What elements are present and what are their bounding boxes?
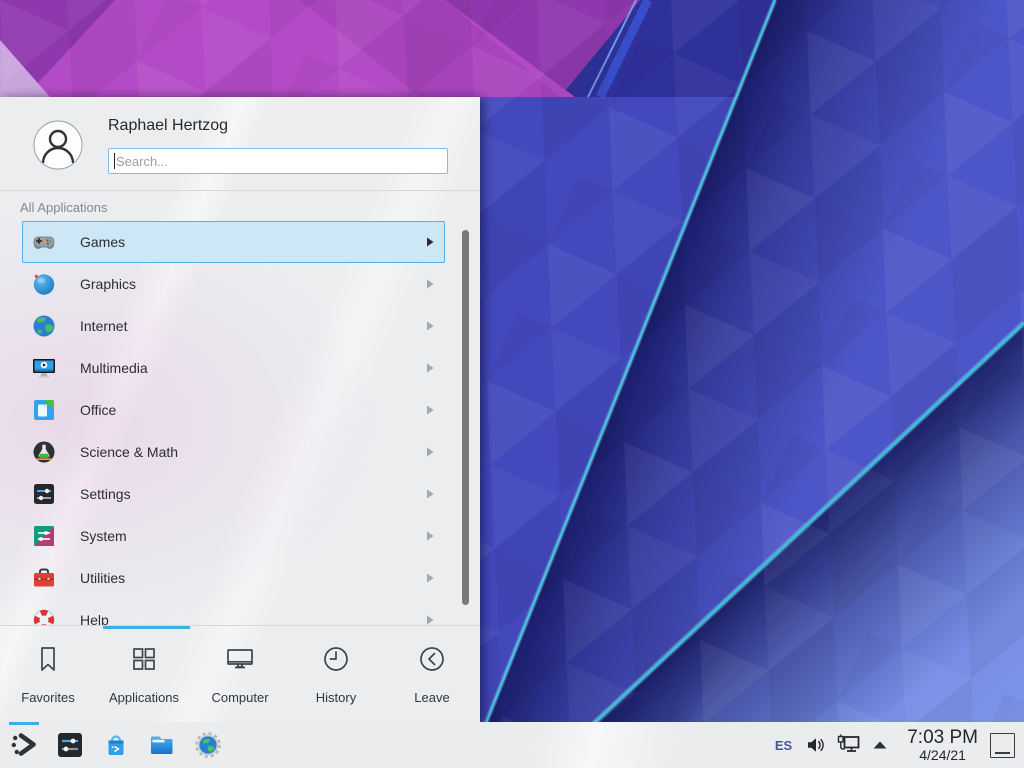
- document-icon: [31, 397, 57, 423]
- desktop: Raphael Hertzog All Applications: [0, 0, 1024, 768]
- tab-label: Applications: [109, 690, 179, 705]
- clock-time: 7:03 PM: [907, 728, 978, 748]
- leave-icon: [416, 643, 448, 680]
- keyboard-layout-indicator[interactable]: ES: [775, 738, 792, 753]
- text-cursor: [114, 153, 115, 169]
- submenu-arrow-icon: [426, 237, 434, 247]
- volume-icon[interactable]: [805, 735, 825, 755]
- flask-icon: [31, 439, 57, 465]
- application-launcher-menu: Raphael Hertzog All Applications: [0, 97, 480, 722]
- tab-applications[interactable]: Applications: [96, 626, 192, 722]
- category-item-science-math[interactable]: Science & Math: [22, 431, 445, 473]
- submenu-arrow-icon: [426, 279, 434, 289]
- category-label: Science & Math: [80, 444, 178, 460]
- tab-favorites[interactable]: Favorites: [0, 626, 96, 722]
- category-item-multimedia[interactable]: Multimedia: [22, 347, 445, 389]
- category-label: Internet: [80, 318, 127, 334]
- system-sliders-icon: [31, 523, 57, 549]
- category-item-utilities[interactable]: Utilities: [22, 557, 445, 599]
- web-browser-icon[interactable]: [194, 731, 222, 759]
- category-item-graphics[interactable]: Graphics: [22, 263, 445, 305]
- search-input[interactable]: [108, 148, 448, 174]
- tab-computer[interactable]: Computer: [192, 626, 288, 722]
- submenu-arrow-icon: [426, 405, 434, 415]
- category-label: Games: [80, 234, 125, 250]
- category-label: Help: [80, 612, 109, 625]
- launcher-tabbar: Favorites Applications: [0, 626, 480, 722]
- category-label: Settings: [80, 486, 131, 502]
- category-label: System: [80, 528, 127, 544]
- submenu-arrow-icon: [426, 321, 434, 331]
- category-label: Office: [80, 402, 116, 418]
- category-item-internet[interactable]: Internet: [22, 305, 445, 347]
- category-label: Multimedia: [80, 360, 148, 376]
- globe-icon: [31, 313, 57, 339]
- category-item-office[interactable]: Office: [22, 389, 445, 431]
- history-clock-icon: [320, 643, 352, 680]
- tab-history[interactable]: History: [288, 626, 384, 722]
- category-label: Graphics: [80, 276, 136, 292]
- toolbox-icon: [31, 565, 57, 591]
- section-label: All Applications: [20, 200, 107, 215]
- file-manager-icon[interactable]: [148, 731, 176, 759]
- paint-sphere-icon: [31, 271, 57, 297]
- category-item-help[interactable]: Help: [22, 599, 445, 625]
- discover-icon[interactable]: [102, 731, 130, 759]
- media-screen-icon: [31, 355, 57, 381]
- user-avatar[interactable]: [33, 120, 83, 170]
- submenu-arrow-icon: [426, 573, 434, 583]
- category-item-system[interactable]: System: [22, 515, 445, 557]
- bookmark-icon: [32, 643, 64, 680]
- tab-label: Leave: [414, 690, 449, 705]
- user-name: Raphael Hertzog: [108, 117, 228, 135]
- category-label: Utilities: [80, 570, 125, 586]
- tab-label: History: [316, 690, 356, 705]
- system-settings-icon[interactable]: [56, 731, 84, 759]
- sliders-icon: [31, 481, 57, 507]
- tab-label: Favorites: [21, 690, 74, 705]
- submenu-arrow-icon: [426, 363, 434, 373]
- category-list: Games Graphics: [0, 221, 480, 625]
- clock-date: 4/24/21: [907, 748, 978, 763]
- application-launcher-button[interactable]: [10, 731, 38, 759]
- expand-arrow-icon[interactable]: [872, 740, 888, 750]
- scrollbar[interactable]: [462, 230, 469, 605]
- lifebuoy-icon: [31, 607, 57, 625]
- computer-icon: [224, 643, 256, 680]
- submenu-arrow-icon: [426, 489, 434, 499]
- tab-label: Computer: [211, 690, 268, 705]
- submenu-arrow-icon: [426, 531, 434, 541]
- category-item-games[interactable]: Games: [22, 221, 445, 263]
- grid-icon: [128, 643, 160, 680]
- submenu-arrow-icon: [426, 447, 434, 457]
- header-divider: [0, 190, 480, 191]
- show-desktop-button[interactable]: [990, 733, 1015, 758]
- category-item-settings[interactable]: Settings: [22, 473, 445, 515]
- launcher-header: Raphael Hertzog: [0, 97, 480, 190]
- active-tab-indicator: [103, 626, 190, 629]
- submenu-arrow-icon: [426, 615, 434, 625]
- tab-leave[interactable]: Leave: [384, 626, 480, 722]
- network-icon[interactable]: [836, 734, 861, 756]
- gamepad-icon: [31, 229, 57, 255]
- taskbar-panel: ES: [0, 722, 1024, 768]
- digital-clock[interactable]: 7:03 PM 4/24/21: [907, 728, 978, 763]
